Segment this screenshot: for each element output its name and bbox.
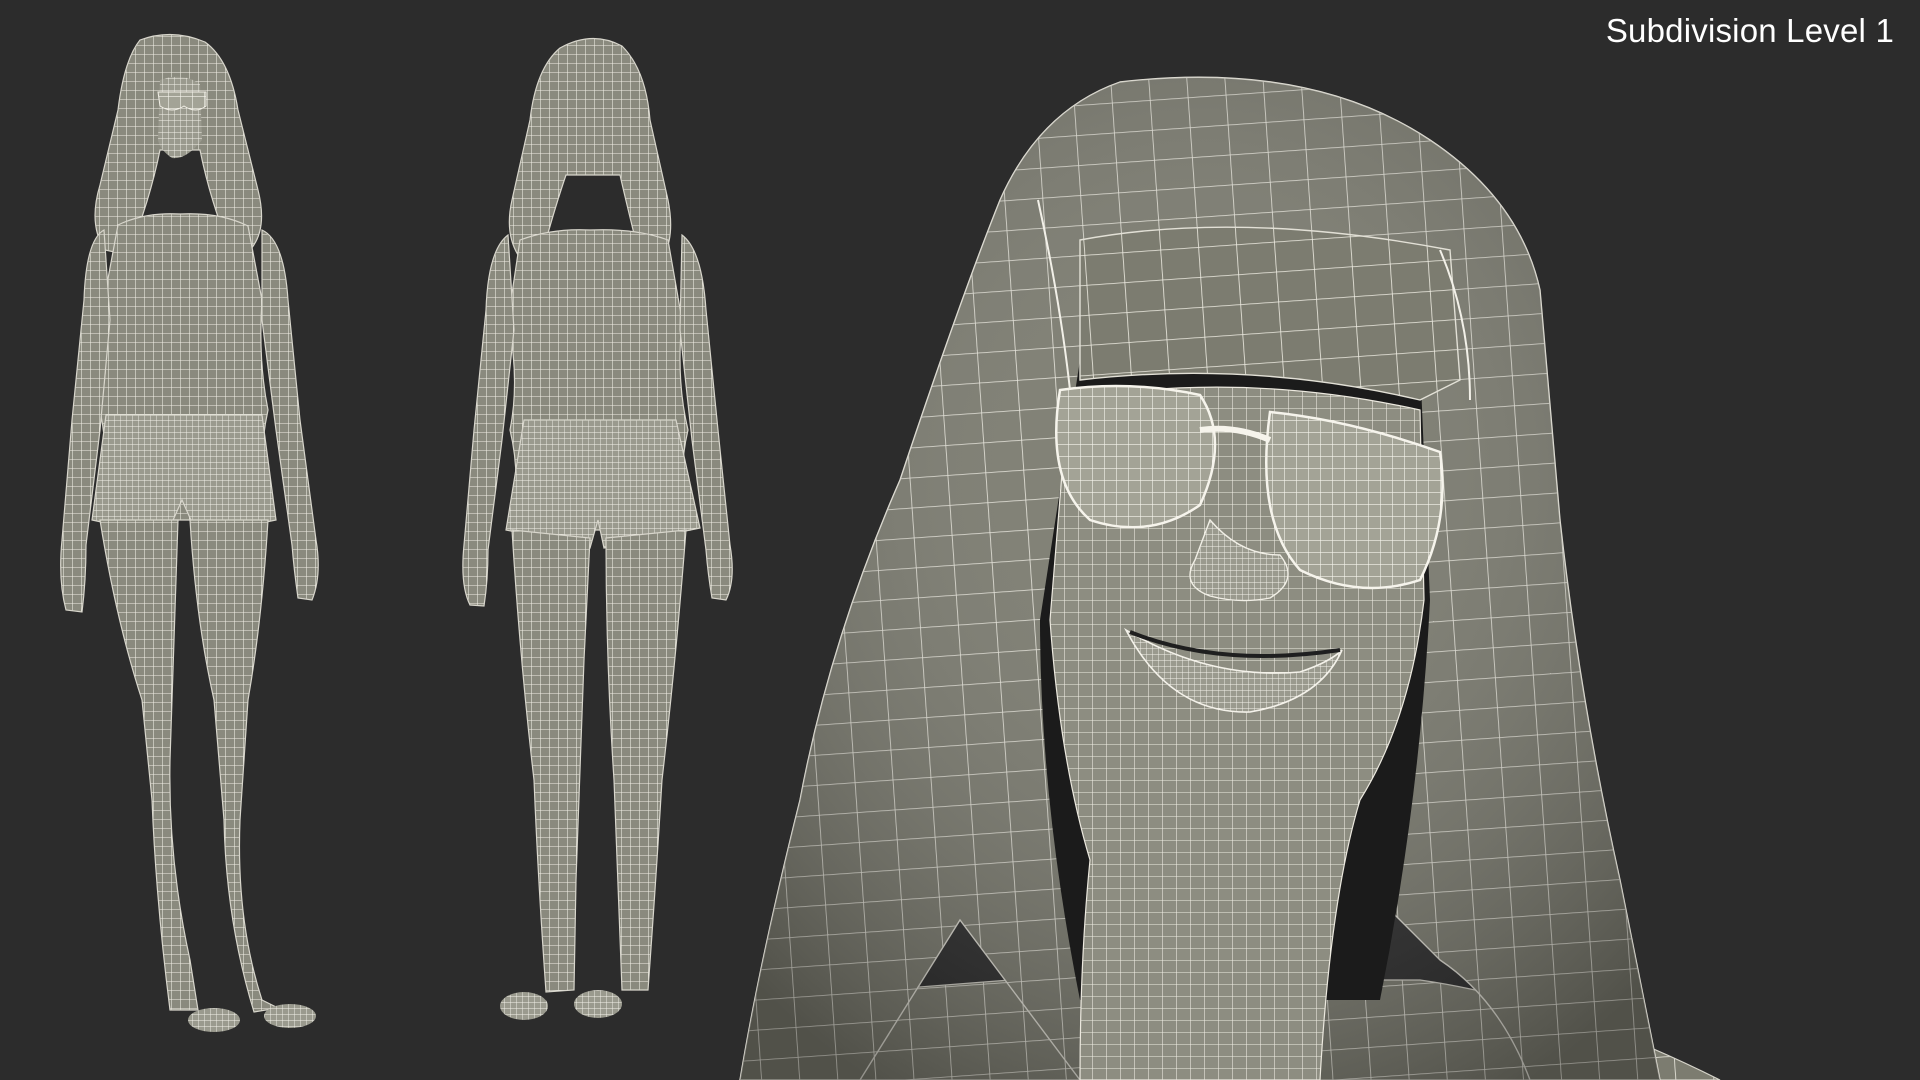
back-view-figure xyxy=(462,37,733,1020)
wireframe-render xyxy=(60,33,1721,1080)
front-view-figure xyxy=(60,33,319,1032)
subdivision-level-label: Subdivision Level 1 xyxy=(1605,12,1894,49)
viewport: Subdivision Level 1 xyxy=(0,0,1920,1080)
head-closeup xyxy=(739,76,1721,1080)
